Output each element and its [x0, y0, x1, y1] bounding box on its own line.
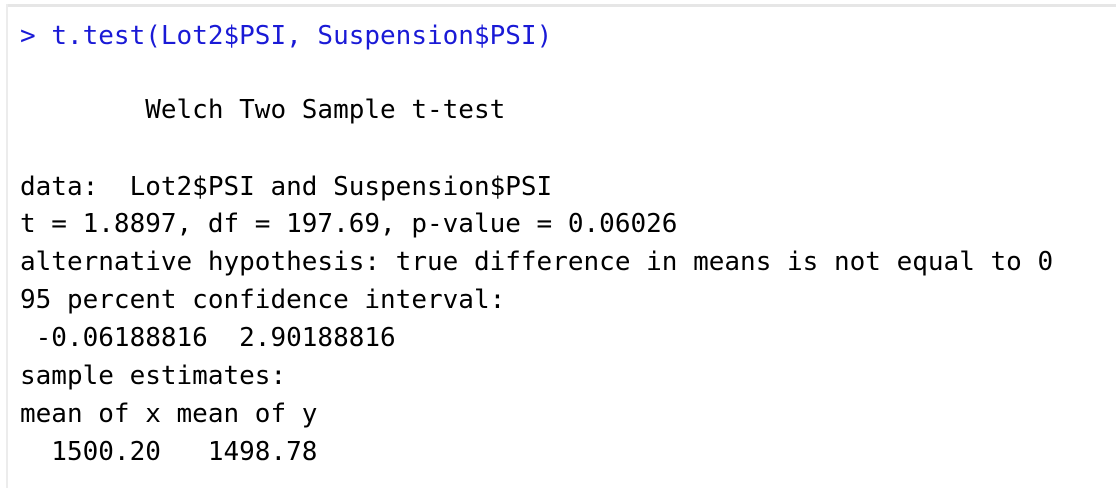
- output-estimates-values: 1500.20 1498.78: [20, 437, 318, 467]
- console-top-border: [6, 4, 1116, 7]
- command-text: t.test(Lot2$PSI, Suspension$PSI): [51, 21, 553, 51]
- console-prompt: >: [20, 21, 36, 51]
- output-stats-line: t = 1.8897, df = 197.69, p-value = 0.060…: [20, 209, 678, 239]
- output-alternative-hypothesis: alternative hypothesis: true difference …: [20, 247, 1054, 277]
- console-left-border: [6, 4, 8, 488]
- output-ci-values: -0.06188816 2.90188816: [20, 323, 396, 353]
- output-estimates-header: mean of x mean of y: [20, 399, 318, 429]
- output-title: Welch Two Sample t-test: [20, 95, 506, 125]
- r-console[interactable]: > t.test(Lot2$PSI, Suspension$PSI) Welch…: [0, 0, 1116, 488]
- output-ci-label: 95 percent confidence interval:: [20, 285, 506, 315]
- command-line: > t.test(Lot2$PSI, Suspension$PSI): [20, 21, 552, 51]
- output-data-line: data: Lot2$PSI and Suspension$PSI: [20, 172, 553, 202]
- output-estimates-label: sample estimates:: [20, 361, 287, 391]
